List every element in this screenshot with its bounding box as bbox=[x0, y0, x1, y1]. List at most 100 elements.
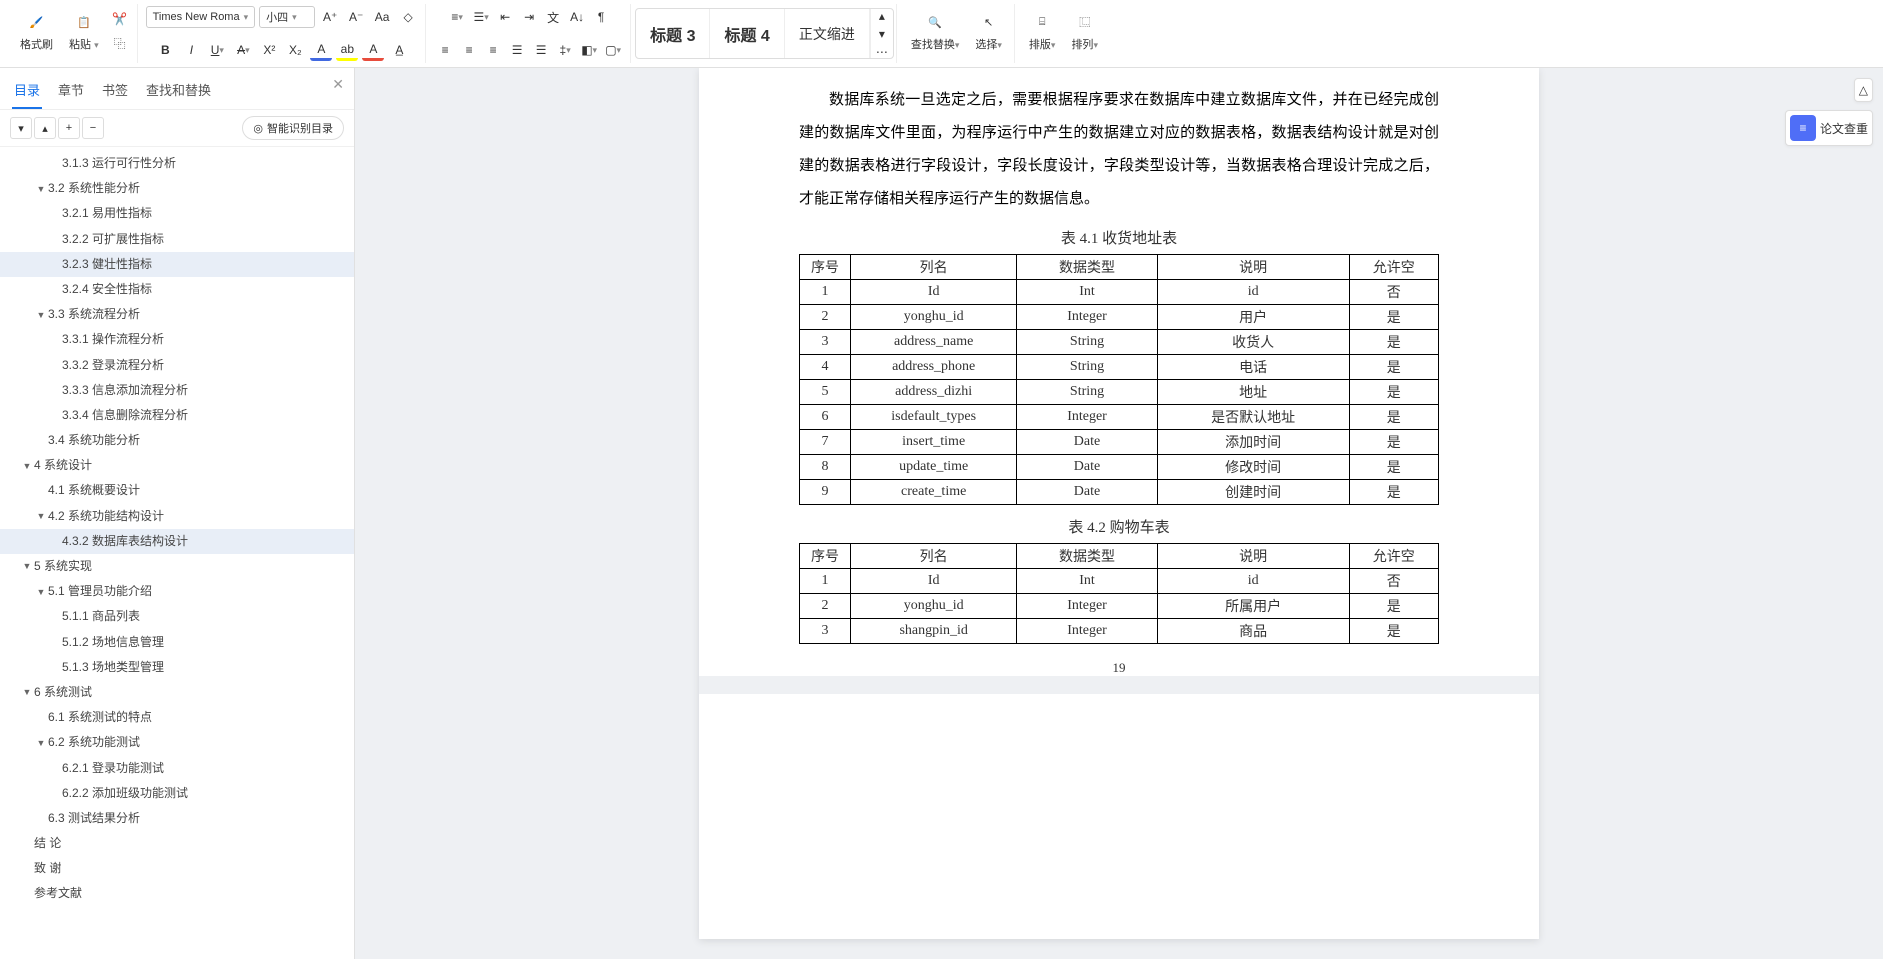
table-cell: update_time bbox=[851, 455, 1017, 480]
toc-item[interactable]: 3.3.4 信息删除流程分析 bbox=[0, 403, 354, 428]
sort-icon[interactable]: A↓ bbox=[566, 6, 588, 28]
collapse-rail-button[interactable]: △ bbox=[1854, 78, 1873, 102]
toc-item[interactable]: ▼4.2 系统功能结构设计 bbox=[0, 504, 354, 529]
find-replace-button[interactable]: 🔍 查找替换▾ bbox=[905, 6, 966, 56]
highlight-icon[interactable]: ab bbox=[336, 39, 358, 61]
table-row: 9create_timeDate创建时间是 bbox=[800, 480, 1439, 505]
style-heading4[interactable]: 标题 4 bbox=[710, 9, 784, 58]
table-cell: String bbox=[1017, 355, 1158, 380]
close-icon[interactable]: ✕ bbox=[332, 76, 344, 93]
toc-item[interactable]: 3.3.2 登录流程分析 bbox=[0, 353, 354, 378]
subscript-icon[interactable]: X₂ bbox=[284, 39, 306, 61]
toc-item[interactable]: ▼5.1 管理员功能介绍 bbox=[0, 579, 354, 604]
style-body-indent[interactable]: 正文缩进 bbox=[785, 9, 870, 58]
tab-chapter[interactable]: 章节 bbox=[56, 76, 86, 109]
shading-icon[interactable]: ◧▾ bbox=[578, 39, 600, 61]
toc-item[interactable]: 3.3.1 操作流程分析 bbox=[0, 327, 354, 352]
change-case-icon[interactable]: Aa bbox=[371, 6, 393, 28]
toc-item[interactable]: 4.3.2 数据库表结构设计 bbox=[0, 529, 354, 554]
decrease-indent-icon[interactable]: ⇤ bbox=[494, 6, 516, 28]
toc-item[interactable]: 5.1.1 商品列表 bbox=[0, 604, 354, 629]
font-size-select[interactable]: 小四▾ bbox=[259, 6, 315, 28]
smart-toc-button[interactable]: ◎ 智能识别目录 bbox=[242, 116, 344, 140]
tab-bookmark[interactable]: 书签 bbox=[100, 76, 130, 109]
decrease-font-icon[interactable]: A⁻ bbox=[345, 6, 367, 28]
cut-icon[interactable]: ✂️ bbox=[109, 8, 131, 30]
select-button[interactable]: ↖ 选择▾ bbox=[969, 6, 1008, 56]
toc-item[interactable]: 致 谢 bbox=[0, 856, 354, 881]
paper-check-button[interactable]: ≡ 论文查重 bbox=[1785, 110, 1873, 146]
toc-item[interactable]: ▼3.2 系统性能分析 bbox=[0, 176, 354, 201]
style-up-icon[interactable]: ▴ bbox=[871, 8, 893, 25]
toc-item[interactable]: 3.3.3 信息添加流程分析 bbox=[0, 378, 354, 403]
table-header-cell: 数据类型 bbox=[1017, 255, 1158, 280]
toc-item[interactable]: 4.1 系统概要设计 bbox=[0, 478, 354, 503]
toc-add-icon[interactable]: + bbox=[58, 117, 80, 139]
toc-item[interactable]: ▼5 系统实现 bbox=[0, 554, 354, 579]
numbering-icon[interactable]: ☰▾ bbox=[470, 6, 492, 28]
toc-item[interactable]: 6.3 测试结果分析 bbox=[0, 806, 354, 831]
toc-item[interactable]: 3.2.2 可扩展性指标 bbox=[0, 227, 354, 252]
toc-item[interactable]: ▼6.2 系统功能测试 bbox=[0, 730, 354, 755]
toc-item[interactable]: 5.1.2 场地信息管理 bbox=[0, 630, 354, 655]
copy-icon[interactable]: ⿻ bbox=[109, 32, 131, 54]
clear-format-icon[interactable]: ◇ bbox=[397, 6, 419, 28]
toc-item[interactable]: 5.1.3 场地类型管理 bbox=[0, 655, 354, 680]
toc-item-label: 3.4 系统功能分析 bbox=[48, 431, 140, 450]
toc-item[interactable]: 3.2.1 易用性指标 bbox=[0, 201, 354, 226]
style-down-icon[interactable]: ▾ bbox=[871, 25, 893, 43]
font-color-icon[interactable]: A bbox=[310, 39, 332, 61]
toc-item[interactable]: 6.2.1 登录功能测试 bbox=[0, 756, 354, 781]
toc-item[interactable]: ▼4 系统设计 bbox=[0, 453, 354, 478]
align-right-icon[interactable]: ≡ bbox=[482, 39, 504, 61]
tab-find-replace[interactable]: 查找和替换 bbox=[144, 76, 213, 109]
toc-collapse-up-icon[interactable]: ▴ bbox=[34, 117, 56, 139]
toc-item[interactable]: 3.4 系统功能分析 bbox=[0, 428, 354, 453]
strikethrough-icon[interactable]: A▾ bbox=[232, 39, 254, 61]
bullets-icon[interactable]: ≡▾ bbox=[446, 6, 468, 28]
bold-icon[interactable]: B bbox=[154, 39, 176, 61]
char-border-icon[interactable]: A̲ bbox=[388, 39, 410, 61]
toc-item[interactable]: ▼3.3 系统流程分析 bbox=[0, 302, 354, 327]
toc-item[interactable]: 3.2.4 安全性指标 bbox=[0, 277, 354, 302]
increase-font-icon[interactable]: A⁺ bbox=[319, 6, 341, 28]
align-center-icon[interactable]: ≡ bbox=[458, 39, 480, 61]
toc-item[interactable]: ▼6 系统测试 bbox=[0, 680, 354, 705]
toc-item[interactable]: 参考文献 bbox=[0, 881, 354, 906]
arrange-button[interactable]: ⿺ 排列▾ bbox=[1065, 6, 1104, 56]
table-cell: 6 bbox=[800, 405, 851, 430]
toc-remove-icon[interactable]: − bbox=[82, 117, 104, 139]
italic-icon[interactable]: I bbox=[180, 39, 202, 61]
align-justify-icon[interactable]: ☰ bbox=[506, 39, 528, 61]
superscript-icon[interactable]: X² bbox=[258, 39, 280, 61]
tab-toc[interactable]: 目录 bbox=[12, 76, 42, 109]
toc-expand-down-icon[interactable]: ▾ bbox=[10, 117, 32, 139]
right-rail: △ ≡ 论文查重 bbox=[1763, 68, 1883, 156]
layout-button[interactable]: ⌸ 排版▾ bbox=[1023, 6, 1062, 56]
increase-indent-icon[interactable]: ⇥ bbox=[518, 6, 540, 28]
toc-item[interactable]: 6.1 系统测试的特点 bbox=[0, 705, 354, 730]
style-heading3[interactable]: 标题 3 bbox=[636, 9, 710, 58]
toc-item[interactable]: 3.1.3 运行可行性分析 bbox=[0, 151, 354, 176]
style-more-icon[interactable]: ⋯ bbox=[871, 43, 893, 60]
paste-button[interactable]: 📋 粘贴 ▾ bbox=[63, 6, 105, 56]
align-left-icon[interactable]: ≡ bbox=[434, 39, 456, 61]
font-color2-icon[interactable]: A bbox=[362, 39, 384, 61]
document-viewport[interactable]: 数据库系统一旦选定之后，需要根据程序要求在数据库中建立数据库文件，并在已经完成创… bbox=[355, 68, 1883, 959]
text-direction-icon[interactable]: 文 bbox=[542, 6, 564, 28]
toc-item[interactable]: 3.2.3 健壮性指标 bbox=[0, 252, 354, 277]
toc-item[interactable]: 6.2.2 添加班级功能测试 bbox=[0, 781, 354, 806]
navigation-sidebar: 目录 章节 书签 查找和替换 ✕ ▾ ▴ + − ◎ 智能识别目录 3.1.3 … bbox=[0, 68, 355, 959]
borders-icon[interactable]: ▢▾ bbox=[602, 39, 624, 61]
toc-item[interactable]: 结 论 bbox=[0, 831, 354, 856]
align-distribute-icon[interactable]: ☰ bbox=[530, 39, 552, 61]
show-marks-icon[interactable]: ¶ bbox=[590, 6, 612, 28]
font-family-select[interactable]: Times New Roma▾ bbox=[146, 6, 256, 28]
table-cell: String bbox=[1017, 330, 1158, 355]
table-cell: 商品 bbox=[1157, 619, 1349, 644]
body-paragraph: 数据库系统一旦选定之后，需要根据程序要求在数据库中建立数据库文件，并在已经完成创… bbox=[799, 84, 1439, 216]
format-painter-button[interactable]: 🖌️ 格式刷 bbox=[14, 6, 59, 56]
toc-item-label: 6.2 系统功能测试 bbox=[48, 733, 140, 752]
underline-icon[interactable]: U▾ bbox=[206, 39, 228, 61]
line-spacing-icon[interactable]: ‡▾ bbox=[554, 39, 576, 61]
